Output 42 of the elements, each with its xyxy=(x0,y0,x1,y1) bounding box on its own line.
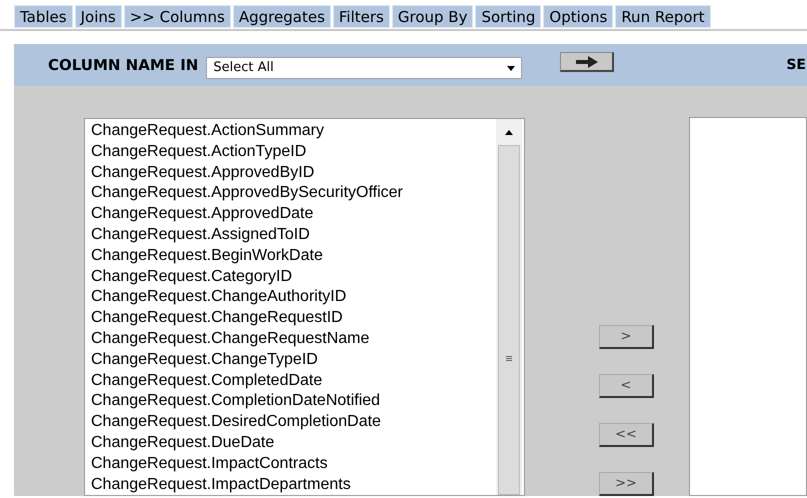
available-columns-list[interactable] xyxy=(84,118,525,496)
column-list-item[interactable]: ChangeRequest.CompletionDateNotified xyxy=(91,391,496,412)
column-list-item[interactable]: ChangeRequest.ApprovedByID xyxy=(91,162,496,184)
column-list-item[interactable]: ChangeRequest.ChangeRequestName xyxy=(91,328,496,350)
tab[interactable]: Sorting xyxy=(475,5,542,28)
section-label: SE xyxy=(786,56,806,74)
column-name-label: COLUMN NAME IN xyxy=(48,54,198,76)
column-list-item[interactable]: ChangeRequest.ActionSummary xyxy=(91,121,496,142)
column-list-item[interactable]: ChangeRequest.DueDate xyxy=(91,432,496,454)
column-list-item[interactable]: ChangeRequest.ChangeTypeID xyxy=(91,350,496,371)
move-arrow-button[interactable] xyxy=(560,52,614,72)
tab[interactable]: Tables xyxy=(14,5,73,28)
right-arrow-icon xyxy=(576,56,598,68)
column-list-item[interactable]: ChangeRequest.ChangeRequestID xyxy=(91,308,496,329)
tab[interactable]: Options xyxy=(543,5,614,28)
column-list-item[interactable]: ChangeRequest.ImpactContracts xyxy=(91,454,496,475)
tab[interactable]: Group By xyxy=(392,5,474,28)
tab[interactable]: >> Columns xyxy=(124,5,231,28)
tab[interactable]: Aggregates xyxy=(232,5,331,28)
column-list-item[interactable]: ChangeRequest.DesiredCompletionDate xyxy=(91,412,496,433)
move-button[interactable]: > xyxy=(599,325,654,349)
move-button[interactable]: < xyxy=(599,374,654,398)
column-list-item[interactable]: ChangeRequest.CompletedDate xyxy=(91,370,496,392)
selected-columns-list[interactable] xyxy=(689,117,807,496)
tab[interactable]: Run Report xyxy=(615,5,711,28)
column-list-item[interactable]: ChangeRequest.ApprovedDate xyxy=(91,204,496,225)
move-button[interactable]: >> xyxy=(599,472,654,496)
column-list-item[interactable]: ChangeRequest.ActionTypeID xyxy=(91,142,496,163)
scrollbar[interactable] xyxy=(496,119,522,495)
grip-icon xyxy=(506,356,512,362)
dropdown-caret-icon xyxy=(507,66,516,70)
tab[interactable]: Joins xyxy=(74,5,122,28)
tab[interactable]: Filters xyxy=(332,5,390,28)
select-all-dropdown[interactable]: Select All xyxy=(206,57,522,79)
column-list-item[interactable]: ChangeRequest.CategoryID xyxy=(91,266,496,288)
column-list-item[interactable]: ChangeRequest.BeginWorkDate xyxy=(91,246,496,267)
column-list-item[interactable]: ChangeRequest.ChangeAuthorityID xyxy=(91,287,496,308)
scroll-up-icon xyxy=(505,130,513,135)
column-list-item[interactable]: ChangeRequest.ImpactDepartments xyxy=(91,474,496,495)
column-list-item[interactable]: ChangeRequest.ApprovedBySecurityOfficer xyxy=(91,183,496,204)
move-button[interactable]: << xyxy=(599,423,654,447)
column-list-item[interactable]: ChangeRequest.AssignedToID xyxy=(91,224,496,246)
